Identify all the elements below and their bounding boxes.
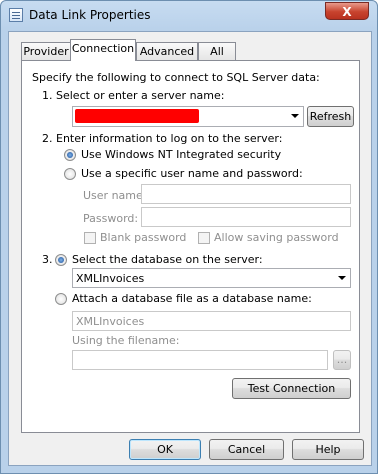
specific-user-label: Use a specific user name and password: [81, 167, 303, 180]
help-button[interactable]: Help [292, 439, 364, 460]
blank-password-label: Blank password [100, 231, 187, 244]
allow-saving-label: Allow saving password [214, 231, 339, 244]
dialog-client-area: Provider Connection Advanced All Specify… [8, 31, 372, 466]
windows-auth-label: Use Windows NT Integrated security [81, 148, 282, 161]
attach-file-radio[interactable] [55, 293, 67, 305]
intro-text: Specify the following to connect to SQL … [32, 71, 320, 84]
test-connection-button[interactable]: Test Connection [232, 378, 351, 399]
filename-label: Using the filename: [72, 334, 180, 347]
tab-advanced[interactable]: Advanced [136, 42, 198, 60]
data-link-icon [9, 8, 23, 22]
browse-button[interactable]: ... [333, 350, 351, 370]
filename-field[interactable] [72, 350, 328, 370]
chevron-down-icon[interactable] [291, 114, 299, 118]
database-combo[interactable]: XMLInvoices [72, 268, 351, 288]
password-field[interactable] [141, 207, 351, 227]
tab-all[interactable]: All [198, 42, 236, 60]
username-field[interactable] [141, 184, 351, 204]
step1-label: 1. Select or enter a server name: [42, 89, 225, 102]
tab-provider[interactable]: Provider [21, 42, 71, 60]
database-value: XMLInvoices [76, 272, 145, 285]
title-bar[interactable]: Data Link Properties X [1, 1, 377, 31]
dialog-window: Data Link Properties X Provider Connecti… [0, 0, 378, 474]
attach-file-label: Attach a database file as a database nam… [72, 292, 312, 305]
windows-auth-radio[interactable] [64, 149, 76, 161]
attach-name-value: XMLInvoices [76, 315, 145, 328]
attach-name-field[interactable]: XMLInvoices [72, 311, 351, 331]
specific-user-radio[interactable] [64, 168, 76, 180]
chevron-down-icon[interactable] [338, 276, 346, 280]
username-label: User name: [83, 189, 147, 202]
ok-button[interactable]: OK [129, 439, 201, 460]
close-button[interactable]: X [325, 2, 369, 20]
cancel-button[interactable]: Cancel [209, 439, 284, 460]
server-name-combo[interactable] [72, 106, 304, 127]
window-title: Data Link Properties [29, 8, 151, 22]
connection-panel: Specify the following to connect to SQL … [21, 60, 360, 433]
blank-password-checkbox[interactable] [84, 232, 96, 244]
allow-saving-checkbox[interactable] [198, 232, 210, 244]
tab-connection[interactable]: Connection [70, 39, 136, 61]
refresh-button[interactable]: Refresh [307, 106, 354, 127]
redacted-server-name [75, 109, 199, 123]
select-database-label: Select the database on the server: [72, 253, 263, 266]
select-database-radio[interactable] [55, 254, 67, 266]
step2-label: 2. Enter information to log on to the se… [42, 132, 283, 145]
password-label: Password: [83, 212, 139, 225]
step3-prefix: 3. [42, 253, 53, 266]
